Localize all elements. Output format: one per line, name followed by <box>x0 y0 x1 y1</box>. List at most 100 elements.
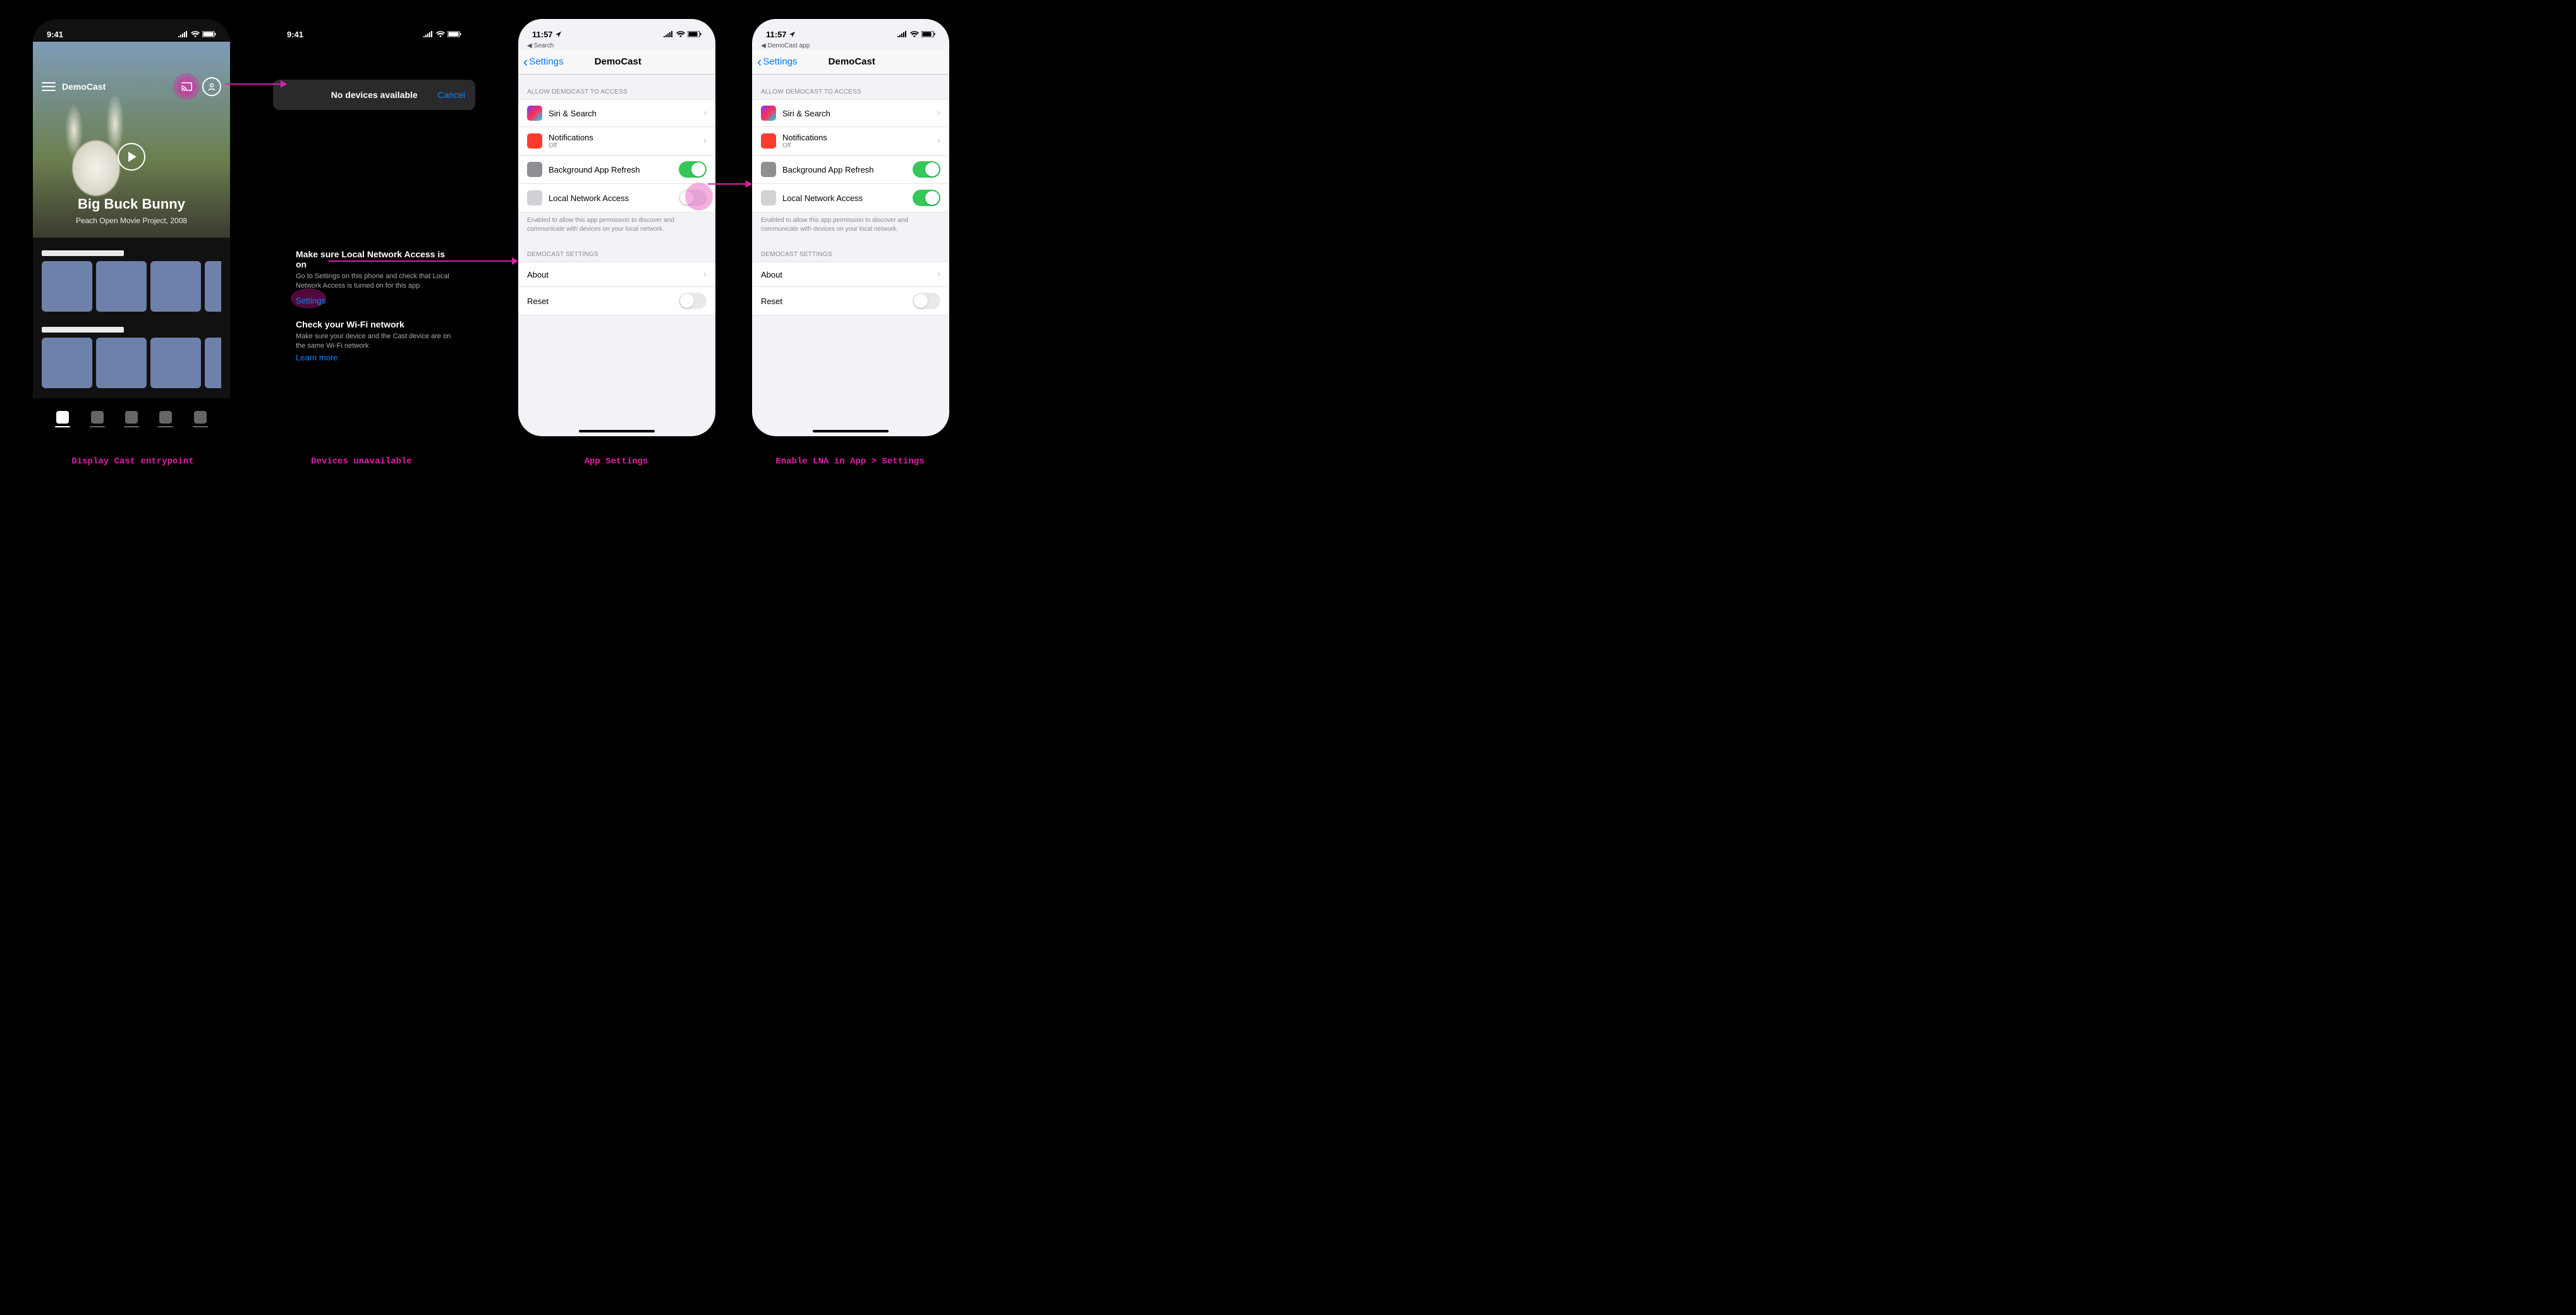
row-label: Notifications Off <box>782 133 931 149</box>
row-label: About <box>527 270 697 279</box>
settings-link[interactable]: Settings <box>296 296 325 305</box>
status-time: 11:57 <box>532 30 561 39</box>
menu-icon[interactable] <box>42 82 56 91</box>
content-tile[interactable] <box>96 338 147 388</box>
row-title-placeholder <box>42 250 124 256</box>
nav-bar: ‹ Settings DemoCast <box>518 49 715 75</box>
row-reset[interactable]: Reset <box>752 287 949 315</box>
lna-toggle[interactable] <box>913 190 940 206</box>
content-tile[interactable] <box>150 261 201 312</box>
tab-item[interactable] <box>125 411 138 424</box>
row-lna[interactable]: Local Network Access <box>752 184 949 212</box>
reset-toggle[interactable] <box>913 293 940 309</box>
status-time: 11:57 <box>766 30 795 39</box>
chevron-right-icon: › <box>937 107 940 119</box>
cast-button[interactable] <box>177 77 196 96</box>
help-lna-title: Make sure Local Network Access is on <box>296 249 453 269</box>
lna-toggle[interactable] <box>679 190 707 206</box>
tab-item[interactable] <box>159 411 172 424</box>
status-bar: 9:41 <box>33 19 230 42</box>
gear-icon <box>761 162 776 177</box>
hero-title: Big Buck Bunny <box>33 196 230 212</box>
content-tile[interactable] <box>42 338 92 388</box>
row-reset[interactable]: Reset <box>518 287 715 315</box>
row-siri[interactable]: Siri & Search › <box>518 99 715 127</box>
row-label: Siri & Search <box>782 109 931 118</box>
row-label: Background App Refresh <box>782 165 906 174</box>
app-topbar: DemoCast <box>33 72 230 101</box>
row-label: Background App Refresh <box>549 165 672 174</box>
content-tile[interactable] <box>205 261 221 312</box>
reset-toggle[interactable] <box>679 293 707 309</box>
nav-title: DemoCast <box>760 56 944 67</box>
app-name: DemoCast <box>62 82 171 92</box>
play-button[interactable] <box>118 143 145 171</box>
row-notifications[interactable]: Notifications Off › <box>752 127 949 156</box>
content-tile[interactable] <box>205 338 221 388</box>
bg-refresh-toggle[interactable] <box>679 161 707 178</box>
row-siri[interactable]: Siri & Search › <box>752 99 949 127</box>
row-label: Notifications Off <box>549 133 697 149</box>
device-picker-header: No devices available Cancel <box>273 80 475 110</box>
location-icon <box>556 32 561 37</box>
breadcrumb[interactable]: ◀ Search <box>518 42 715 49</box>
status-time: 9:41 <box>287 30 303 39</box>
content-tile[interactable] <box>96 261 147 312</box>
tile-row[interactable] <box>42 261 221 312</box>
row-about[interactable]: About › <box>752 262 949 287</box>
row-title-placeholder <box>42 327 124 333</box>
tab-item[interactable] <box>194 411 207 424</box>
cancel-button[interactable]: Cancel <box>437 90 465 100</box>
row-about[interactable]: About › <box>518 262 715 287</box>
tab-item[interactable] <box>91 411 104 424</box>
caption-a: Display Cast entrypoint <box>63 456 202 467</box>
row-label: Local Network Access <box>549 193 672 203</box>
status-time: 9:41 <box>47 30 63 39</box>
help-wifi-title: Check your Wi-Fi network <box>296 319 453 329</box>
home-indicator[interactable] <box>813 430 889 432</box>
status-bar: 9:41 <box>273 19 475 42</box>
bg-refresh-toggle[interactable] <box>913 161 940 178</box>
screen-app-settings-on: 11:57 ◀ DemoCast app ‹ Settings DemoCast… <box>752 19 949 436</box>
content-tile[interactable] <box>42 261 92 312</box>
status-icons <box>664 31 702 37</box>
caption-d: Enable LNA in App > Settings <box>758 456 942 467</box>
catalog <box>33 238 230 394</box>
row-notifications[interactable]: Notifications Off › <box>518 127 715 156</box>
profile-icon[interactable] <box>202 77 221 96</box>
tab-bar <box>33 398 230 436</box>
chevron-right-icon: › <box>937 135 940 147</box>
row-label: About <box>761 270 931 279</box>
learn-more-link[interactable]: Learn more <box>296 353 337 362</box>
chevron-right-icon: › <box>703 107 707 119</box>
tile-row[interactable] <box>42 338 221 388</box>
status-icons <box>423 31 461 37</box>
section-header-app: DEMOCAST SETTINGS <box>752 237 949 262</box>
notifications-icon <box>761 133 776 149</box>
caption-b: Devices unavailable <box>292 456 431 467</box>
help-content: Make sure Local Network Access is on Go … <box>296 249 453 364</box>
chevron-right-icon: › <box>937 269 940 280</box>
location-icon <box>789 32 795 37</box>
status-icons <box>178 31 216 37</box>
siri-icon <box>761 106 776 121</box>
row-lna[interactable]: Local Network Access <box>518 184 715 212</box>
status-bar: 11:57 <box>518 19 715 42</box>
app-icon <box>761 190 776 205</box>
row-bg-refresh[interactable]: Background App Refresh <box>752 156 949 184</box>
row-bg-refresh[interactable]: Background App Refresh <box>518 156 715 184</box>
help-lna-body: Go to Settings on this phone and check t… <box>296 272 453 291</box>
content-tile[interactable] <box>150 338 201 388</box>
breadcrumb[interactable]: ◀ DemoCast app <box>752 42 949 49</box>
gear-icon <box>527 162 542 177</box>
section-header-app: DEMOCAST SETTINGS <box>518 237 715 262</box>
row-label: Reset <box>527 297 672 306</box>
section-header-access: ALLOW DEMOCAST TO ACCESS <box>752 75 949 99</box>
chevron-right-icon: › <box>703 135 707 147</box>
home-indicator[interactable] <box>579 430 655 432</box>
hero-subtitle: Peach Open Movie Project, 2008 <box>33 216 230 225</box>
siri-icon <box>527 106 542 121</box>
hero-area: DemoCast Big Buck Bunny Peach Open Movie… <box>33 42 230 238</box>
tab-item[interactable] <box>56 411 69 424</box>
status-icons <box>897 31 935 37</box>
